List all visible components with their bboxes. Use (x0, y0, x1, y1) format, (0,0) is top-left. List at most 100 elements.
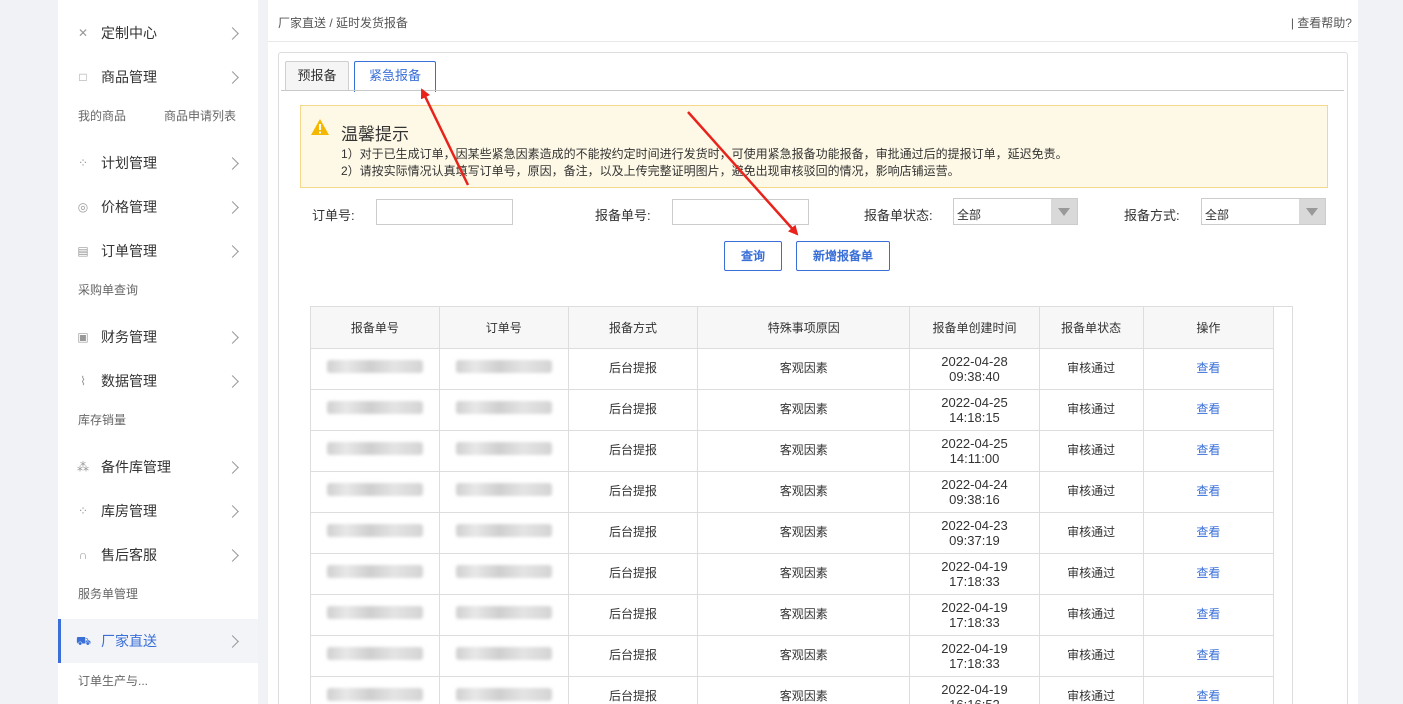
chevron-right-icon (226, 504, 239, 518)
sub-item-goods-apply[interactable]: 商品申请列表 (164, 107, 236, 124)
status-label: 报备单状态: (864, 208, 933, 223)
query-button[interactable]: 查询 (724, 241, 782, 271)
created-time: 09:38:40 (949, 368, 1000, 384)
sidebar-item-label: 价格管理 (101, 199, 157, 215)
method-cell: 后台提报 (568, 512, 699, 554)
sidebar-item-label: 库房管理 (101, 503, 157, 519)
report-no-input[interactable] (672, 199, 809, 225)
view-link[interactable]: 查看 (1196, 648, 1220, 662)
sidebar-item-direct-delivery[interactable]: ⛟ 厂家直送 (58, 619, 258, 663)
reason-cell: 客观因素 (697, 348, 911, 390)
status-select[interactable]: 全部 (953, 198, 1078, 225)
col-header-order-no: 订单号 (439, 307, 569, 349)
action-cell: 查看 (1143, 635, 1275, 677)
view-link[interactable]: 查看 (1196, 443, 1220, 457)
redacted-value (326, 606, 423, 619)
sidebar-item-after-sales[interactable]: ∩ 售后客服 (58, 539, 258, 571)
redacted-value (455, 442, 552, 455)
action-cell: 查看 (1143, 594, 1275, 636)
order-no-cell (439, 594, 569, 636)
dropdown-arrow-icon (1051, 199, 1077, 224)
notice-line-2: 2）请按实际情况认真填写订单号，原因，备注，以及上传完整证明图片，避免出现审核驳… (341, 164, 960, 178)
help-link[interactable]: | 查看帮助? (1291, 14, 1352, 31)
created-date: 2022-04-23 (941, 517, 1008, 533)
add-report-button[interactable]: 新增报备单 (796, 241, 890, 271)
table-row: 后台提报 客观因素 2022-04-19 17:18:33 审核通过 查看 (311, 594, 1275, 636)
view-link[interactable]: 查看 (1196, 484, 1220, 498)
reason-cell: 客观因素 (697, 471, 911, 513)
sidebar-item-price[interactable]: ◎ 价格管理 (58, 191, 258, 223)
sidebar-item-data[interactable]: ⌇ 数据管理 (58, 365, 258, 397)
col-header-action: 操作 (1143, 307, 1275, 349)
redacted-value (455, 688, 552, 701)
view-link[interactable]: 查看 (1196, 525, 1220, 539)
report-no-cell (311, 676, 440, 704)
sub-item-order-production[interactable]: 订单生产与... (78, 672, 148, 689)
sidebar-item-label: 计划管理 (101, 155, 157, 171)
view-link[interactable]: 查看 (1196, 402, 1220, 416)
created-time: 14:18:15 (949, 409, 1000, 425)
order-no-cell (439, 635, 569, 677)
method-select[interactable]: 全部 (1201, 198, 1326, 225)
redacted-value (326, 565, 423, 578)
redacted-value (455, 360, 552, 373)
status-cell: 审核通过 (1039, 635, 1144, 677)
redacted-value (326, 688, 423, 701)
sidebar-item-plan[interactable]: ⁘ 计划管理 (58, 147, 258, 179)
notice-line-1: 1）对于已生成订单，因某些紧急因素造成的不能按约定时间进行发货时，可使用紧急报备… (341, 147, 1068, 161)
tab-urgent-report[interactable]: 紧急报备 (354, 61, 436, 92)
table-row: 后台提报 客观因素 2022-04-19 17:18:33 审核通过 查看 (311, 635, 1275, 677)
created-date: 2022-04-19 (941, 599, 1008, 615)
order-no-input[interactable] (376, 199, 513, 225)
created-time-cell: 2022-04-24 09:38:16 (909, 471, 1040, 513)
sidebar-item-orders[interactable]: ▤ 订单管理 (58, 235, 258, 267)
view-link[interactable]: 查看 (1196, 566, 1220, 580)
created-date: 2022-04-19 (941, 558, 1008, 574)
chevron-right-icon (226, 70, 239, 84)
sidebar-item-label: 备件库管理 (101, 459, 171, 475)
sidebar-item-finance[interactable]: ▣ 财务管理 (58, 321, 258, 353)
col-header-created-time: 报备单创建时间 (909, 307, 1040, 349)
sidebar-item-parts[interactable]: ⁂ 备件库管理 (58, 451, 258, 483)
breadcrumb: 厂家直送 / 延时发货报备 (278, 16, 409, 30)
chevron-right-icon (226, 26, 239, 40)
method-cell: 后台提报 (568, 430, 699, 472)
order-no-label: 订单号: (312, 208, 355, 223)
created-time-cell: 2022-04-23 09:37:19 (909, 512, 1040, 554)
created-time: 09:37:19 (949, 532, 1000, 548)
sidebar-item-custom-center[interactable]: ✕ 定制中心 (58, 17, 258, 49)
sidebar-item-goods[interactable]: □ 商品管理 (58, 61, 258, 93)
warning-icon (311, 119, 329, 135)
created-time-cell: 2022-04-19 16:16:52 (909, 676, 1040, 704)
headset-icon: ∩ (78, 548, 88, 562)
order-no-cell (439, 348, 569, 390)
sub-item-stock-sales[interactable]: 库存销量 (78, 411, 126, 428)
view-link[interactable]: 查看 (1196, 607, 1220, 621)
redacted-value (326, 360, 423, 373)
sub-item-purchase-query[interactable]: 采购单查询 (78, 281, 138, 298)
tab-pre-report[interactable]: 预报备 (285, 61, 349, 91)
report-panel: 预报备 紧急报备 温馨提示 1）对于已生成订单，因某些紧急因素造成的不能按约定时… (278, 52, 1348, 704)
table-row: 后台提报 客观因素 2022-04-28 09:38:40 审核通过 查看 (311, 348, 1275, 390)
sidebar-item-warehouse[interactable]: ⁘ 库房管理 (58, 495, 258, 527)
reason-cell: 客观因素 (697, 430, 911, 472)
bag-icon: □ (79, 70, 87, 84)
order-no-cell (439, 553, 569, 595)
reason-cell: 客观因素 (697, 594, 911, 636)
created-time-cell: 2022-04-28 09:38:40 (909, 348, 1040, 390)
sub-item-service-orders[interactable]: 服务单管理 (78, 585, 138, 602)
created-date: 2022-04-19 (941, 681, 1008, 697)
redacted-value (326, 483, 423, 496)
sidebar-item-label: 商品管理 (101, 69, 157, 85)
col-header-report-no: 报备单号 (311, 307, 440, 349)
truck-icon: ⛟ (76, 634, 92, 648)
view-link[interactable]: 查看 (1196, 689, 1220, 703)
chart-icon: ⌇ (80, 374, 86, 388)
report-no-cell (311, 553, 440, 595)
view-link[interactable]: 查看 (1196, 361, 1220, 375)
table-row: 后台提报 客观因素 2022-04-24 09:38:16 审核通过 查看 (311, 471, 1275, 513)
sub-item-my-goods[interactable]: 我的商品 (78, 107, 126, 124)
report-no-cell (311, 512, 440, 554)
created-time-cell: 2022-04-25 14:11:00 (909, 430, 1040, 472)
redacted-value (455, 606, 552, 619)
